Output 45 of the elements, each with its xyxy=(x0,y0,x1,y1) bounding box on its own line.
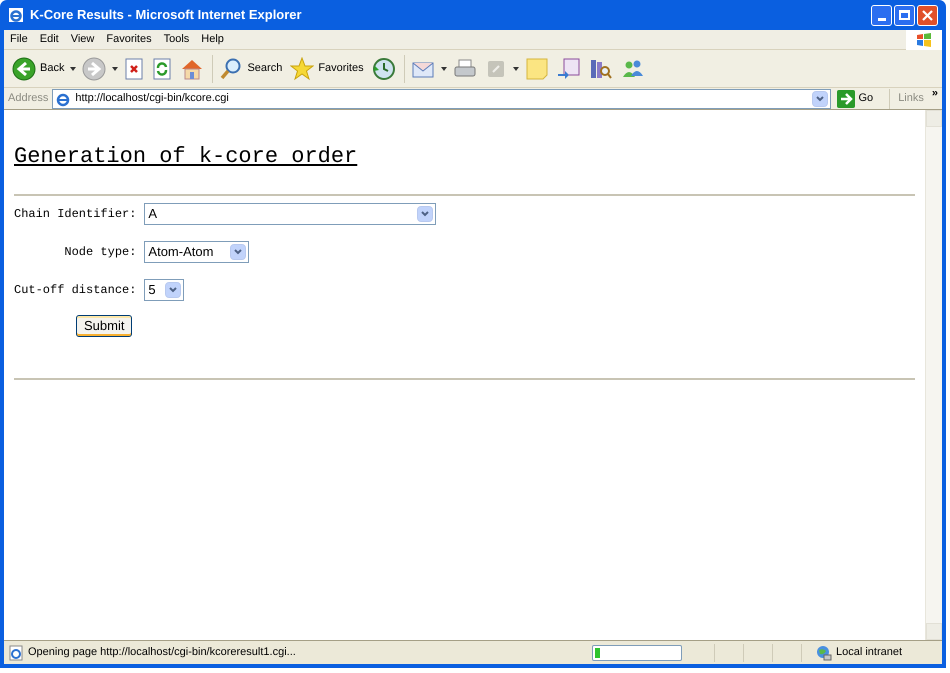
menu-item[interactable]: Edit xyxy=(34,31,65,48)
search-button[interactable]: Search xyxy=(217,54,284,84)
window-title: K-Core Results - Microsoft Internet Explorer xyxy=(30,6,302,24)
page-icon xyxy=(8,644,24,660)
status-text: Opening page http://localhost/cgi-bin/kcoreresult1.cgi... xyxy=(28,645,297,660)
caret-icon xyxy=(70,66,76,70)
caret-icon xyxy=(440,66,447,70)
menu-item[interactable]: View xyxy=(64,31,100,48)
maximize-button[interactable] xyxy=(894,4,915,26)
submit-button[interactable]: Submit xyxy=(76,315,132,337)
document-arrow-icon xyxy=(556,56,581,80)
address-field[interactable]: http://localhost/cgi-bin/kcore.cgi xyxy=(52,88,830,108)
favorites-button[interactable]: Favorites xyxy=(288,54,366,84)
stop-icon xyxy=(124,58,144,80)
refresh-icon xyxy=(152,58,172,80)
close-icon xyxy=(922,10,933,20)
scrollbar[interactable] xyxy=(925,110,942,640)
close-button[interactable] xyxy=(917,4,938,26)
back-button[interactable]: Back xyxy=(10,54,66,84)
zone-label: Local intranet xyxy=(836,645,902,660)
dropdown-field[interactable]: Atom-Atom xyxy=(144,241,250,263)
page-heading: Generation of k-core order xyxy=(14,146,358,168)
field-label: Node type: xyxy=(63,244,136,261)
globe-icon xyxy=(816,644,832,660)
menu-item[interactable]: File xyxy=(4,31,34,48)
dropdown-field[interactable]: A xyxy=(144,203,436,225)
menu-item[interactable]: Favorites xyxy=(100,31,158,48)
go-button[interactable]: Go xyxy=(834,90,876,108)
star-icon xyxy=(290,56,314,80)
caret-icon xyxy=(112,66,118,70)
menu-item[interactable]: Tools xyxy=(158,31,196,48)
windows-flag-icon xyxy=(916,32,932,48)
go-arrow-icon xyxy=(836,90,854,108)
field-label: Cut-off distance: xyxy=(14,282,136,299)
field-label: Chain Identifier: xyxy=(14,206,136,223)
dropdown-field[interactable]: 5 xyxy=(144,279,184,301)
minimize-button[interactable] xyxy=(871,4,892,26)
search-icon xyxy=(219,56,244,80)
menu-item[interactable]: Help xyxy=(195,31,230,48)
note-icon xyxy=(524,56,549,80)
more-links-button[interactable]: » xyxy=(932,88,938,99)
caret-icon xyxy=(512,66,519,70)
history-icon xyxy=(372,56,396,80)
address-label: Address xyxy=(8,91,48,106)
browser-logo-icon xyxy=(8,7,24,23)
